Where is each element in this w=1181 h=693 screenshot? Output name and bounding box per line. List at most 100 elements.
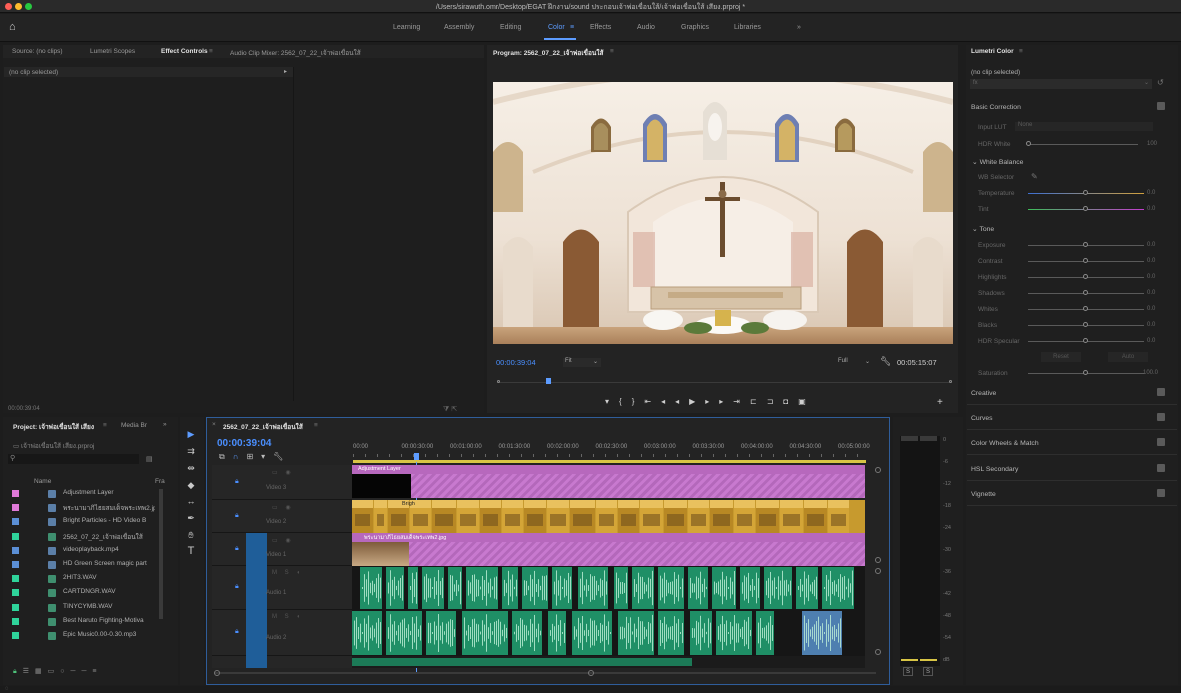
marker-icon[interactable]: ▾ xyxy=(605,397,619,406)
label-color-swatch[interactable] xyxy=(12,546,19,554)
program-menu-icon[interactable]: ≡ xyxy=(610,48,614,55)
timeline-settings-icon[interactable]: 🔧︎ xyxy=(273,452,291,461)
nest-icon[interactable]: ⧉ xyxy=(219,452,233,461)
track-target-v1[interactable] xyxy=(246,533,267,566)
tone-highlights-value[interactable]: 0.0 xyxy=(1147,274,1155,280)
auto-button[interactable]: Auto xyxy=(1108,352,1148,362)
project-item[interactable]: 2562_07_22_เจ้าพ่อเขื่อนใส้ xyxy=(8,532,158,544)
hdr-white-slider[interactable] xyxy=(1028,144,1138,145)
sort-icon[interactable]: ≡ xyxy=(92,668,102,675)
project-item[interactable]: Best Naruto Fighting-Motiva xyxy=(8,617,158,629)
section-vignette-header[interactable]: Vignette xyxy=(971,491,996,498)
extract-icon[interactable]: ⊐ xyxy=(767,397,784,406)
timeline-tab[interactable]: 2562_07_22_เจ้าพ่อเขื่อนใส้ xyxy=(223,422,303,432)
workspace-more-button[interactable]: » xyxy=(797,24,801,31)
lock-icon[interactable]: 🔒︎ xyxy=(235,583,239,591)
project-item[interactable]: Bright Particles - HD Video B xyxy=(8,517,158,529)
label-color-swatch[interactable] xyxy=(12,632,19,639)
tone-exposure-value[interactable]: 0.0 xyxy=(1147,242,1155,248)
go-to-in-icon[interactable]: ⇤ xyxy=(644,397,661,406)
tab-media-browser[interactable]: Media Br xyxy=(121,422,147,429)
step-forward-icon[interactable]: ▸▸ xyxy=(705,397,733,406)
tab-source[interactable]: Source: (no clips) xyxy=(12,48,63,55)
tone-shadows-knob[interactable] xyxy=(1083,290,1088,295)
tone-header[interactable]: ⌄ Tone xyxy=(972,225,994,233)
tone-contrast-knob[interactable] xyxy=(1083,258,1088,263)
track-target-a2[interactable] xyxy=(246,610,267,656)
bright-particles-clips[interactable] xyxy=(352,500,865,533)
basic-correction-checkbox[interactable] xyxy=(1157,102,1165,110)
project-item[interactable]: Epic Music0.00-0.30.mp3 xyxy=(8,631,158,643)
label-color-swatch[interactable] xyxy=(12,589,19,597)
tone-highlights-knob[interactable] xyxy=(1083,274,1088,279)
close-tab-icon[interactable]: × xyxy=(212,421,216,428)
track-mute-icon[interactable]: M S ◖ xyxy=(272,570,303,576)
track-select-tool-icon[interactable]: ⇉ xyxy=(184,446,198,458)
tone-shadows-value[interactable]: 0.0 xyxy=(1147,290,1155,296)
mark-out-icon[interactable]: } xyxy=(632,397,645,406)
lock-icon[interactable]: 🔒︎ xyxy=(235,545,239,553)
tone-whites-value[interactable]: 0.0 xyxy=(1147,306,1155,312)
column-name[interactable]: Name xyxy=(34,478,51,485)
temperature-value[interactable]: 0.0 xyxy=(1147,190,1155,196)
solo-left-button[interactable]: S xyxy=(903,667,913,676)
time-ruler[interactable]: 00:00 00:00:30:00 00:01:00:00 00:01:30:00 00… xyxy=(353,444,873,458)
saturation-value[interactable]: 100.0 xyxy=(1143,370,1158,376)
project-menu-icon[interactable]: ≡ xyxy=(103,422,107,429)
workspace-tab-assembly[interactable]: Assembly xyxy=(444,24,474,31)
track-target-a1[interactable] xyxy=(246,566,267,610)
section-curves-header[interactable]: Curves xyxy=(971,415,993,422)
fit-select[interactable]: Fit ⌄ xyxy=(563,358,601,367)
step-back-icon[interactable]: ◂◂ xyxy=(661,397,689,406)
project-search-input[interactable]: ⚲ xyxy=(8,454,139,464)
image-thumbnail-clip[interactable] xyxy=(352,542,409,566)
lumetri-title[interactable]: Lumetri Color xyxy=(971,48,1014,55)
tab-project[interactable]: Project: เจ้าพ่อเขื่อนใส้ เสียง xyxy=(13,422,94,432)
column-frame-rate[interactable]: Fra xyxy=(155,478,165,485)
project-item[interactable]: TINYCYMB.WAV xyxy=(8,603,158,615)
workspace-tab-graphics[interactable]: Graphics xyxy=(681,24,709,31)
program-scrub-bar[interactable] xyxy=(497,378,952,386)
lift-icon[interactable]: ⊏ xyxy=(750,397,767,406)
image-clip[interactable] xyxy=(409,542,865,566)
play-icon[interactable]: ▶ xyxy=(689,397,705,406)
lumetri-menu-icon[interactable]: ≡ xyxy=(1019,48,1023,55)
section-hsl-secondary-checkbox[interactable] xyxy=(1157,464,1165,472)
project-scrollbar[interactable] xyxy=(159,489,163,619)
audio-1-waveforms[interactable] xyxy=(352,566,865,610)
mark-in-icon[interactable]: { xyxy=(619,397,632,406)
label-color-swatch[interactable] xyxy=(12,603,19,611)
label-color-swatch[interactable] xyxy=(12,518,19,526)
workspace-tab-learning[interactable]: Learning xyxy=(393,24,420,31)
tint-knob[interactable] xyxy=(1083,206,1088,211)
expand-arrow-icon[interactable]: ▸ xyxy=(284,68,287,75)
project-item[interactable]: 2HIT3.WAV xyxy=(8,574,158,586)
input-lut-select[interactable]: None xyxy=(1015,122,1153,131)
lock-icon[interactable]: 🔒︎ xyxy=(235,478,239,486)
ripple-edit-tool-icon[interactable]: ⇹ xyxy=(184,463,198,475)
workspace-tab-audio[interactable]: Audio xyxy=(637,24,655,31)
add-button-icon[interactable]: + xyxy=(937,397,943,408)
tab-lumetri-scopes[interactable]: Lumetri Scopes xyxy=(90,48,135,55)
add-marker-icon[interactable]: ▾ xyxy=(261,452,273,461)
quality-select[interactable]: Full ⌄ xyxy=(838,358,873,367)
workspace-menu-icon[interactable]: ≡ xyxy=(570,24,574,31)
label-color-swatch[interactable] xyxy=(12,532,19,540)
project-item[interactable]: Adjustment Layer xyxy=(8,489,158,501)
tone-hdr-specular-knob[interactable] xyxy=(1083,338,1088,343)
playhead[interactable] xyxy=(546,378,551,384)
project-item[interactable]: CARTDNGR.WAV xyxy=(8,588,158,600)
workspace-tab-editing[interactable]: Editing xyxy=(500,24,521,31)
adjustment-layer-clip[interactable] xyxy=(411,474,865,498)
section-vignette-checkbox[interactable] xyxy=(1157,489,1165,497)
tone-whites-knob[interactable] xyxy=(1083,306,1088,311)
work-area-bar[interactable] xyxy=(353,460,866,463)
lock-icon[interactable]: 🔒︎ xyxy=(235,628,239,636)
saturation-knob[interactable] xyxy=(1083,370,1088,375)
home-icon[interactable]: ⌂ xyxy=(9,21,16,33)
icon-view-icon[interactable]: ▦ xyxy=(35,668,48,675)
section-hsl-secondary-header[interactable]: HSL Secondary xyxy=(971,466,1018,473)
tone-blacks-value[interactable]: 0.0 xyxy=(1147,322,1155,328)
label-color-swatch[interactable] xyxy=(12,504,19,512)
effect-controls-menu-icon[interactable]: ≡ xyxy=(209,48,213,55)
